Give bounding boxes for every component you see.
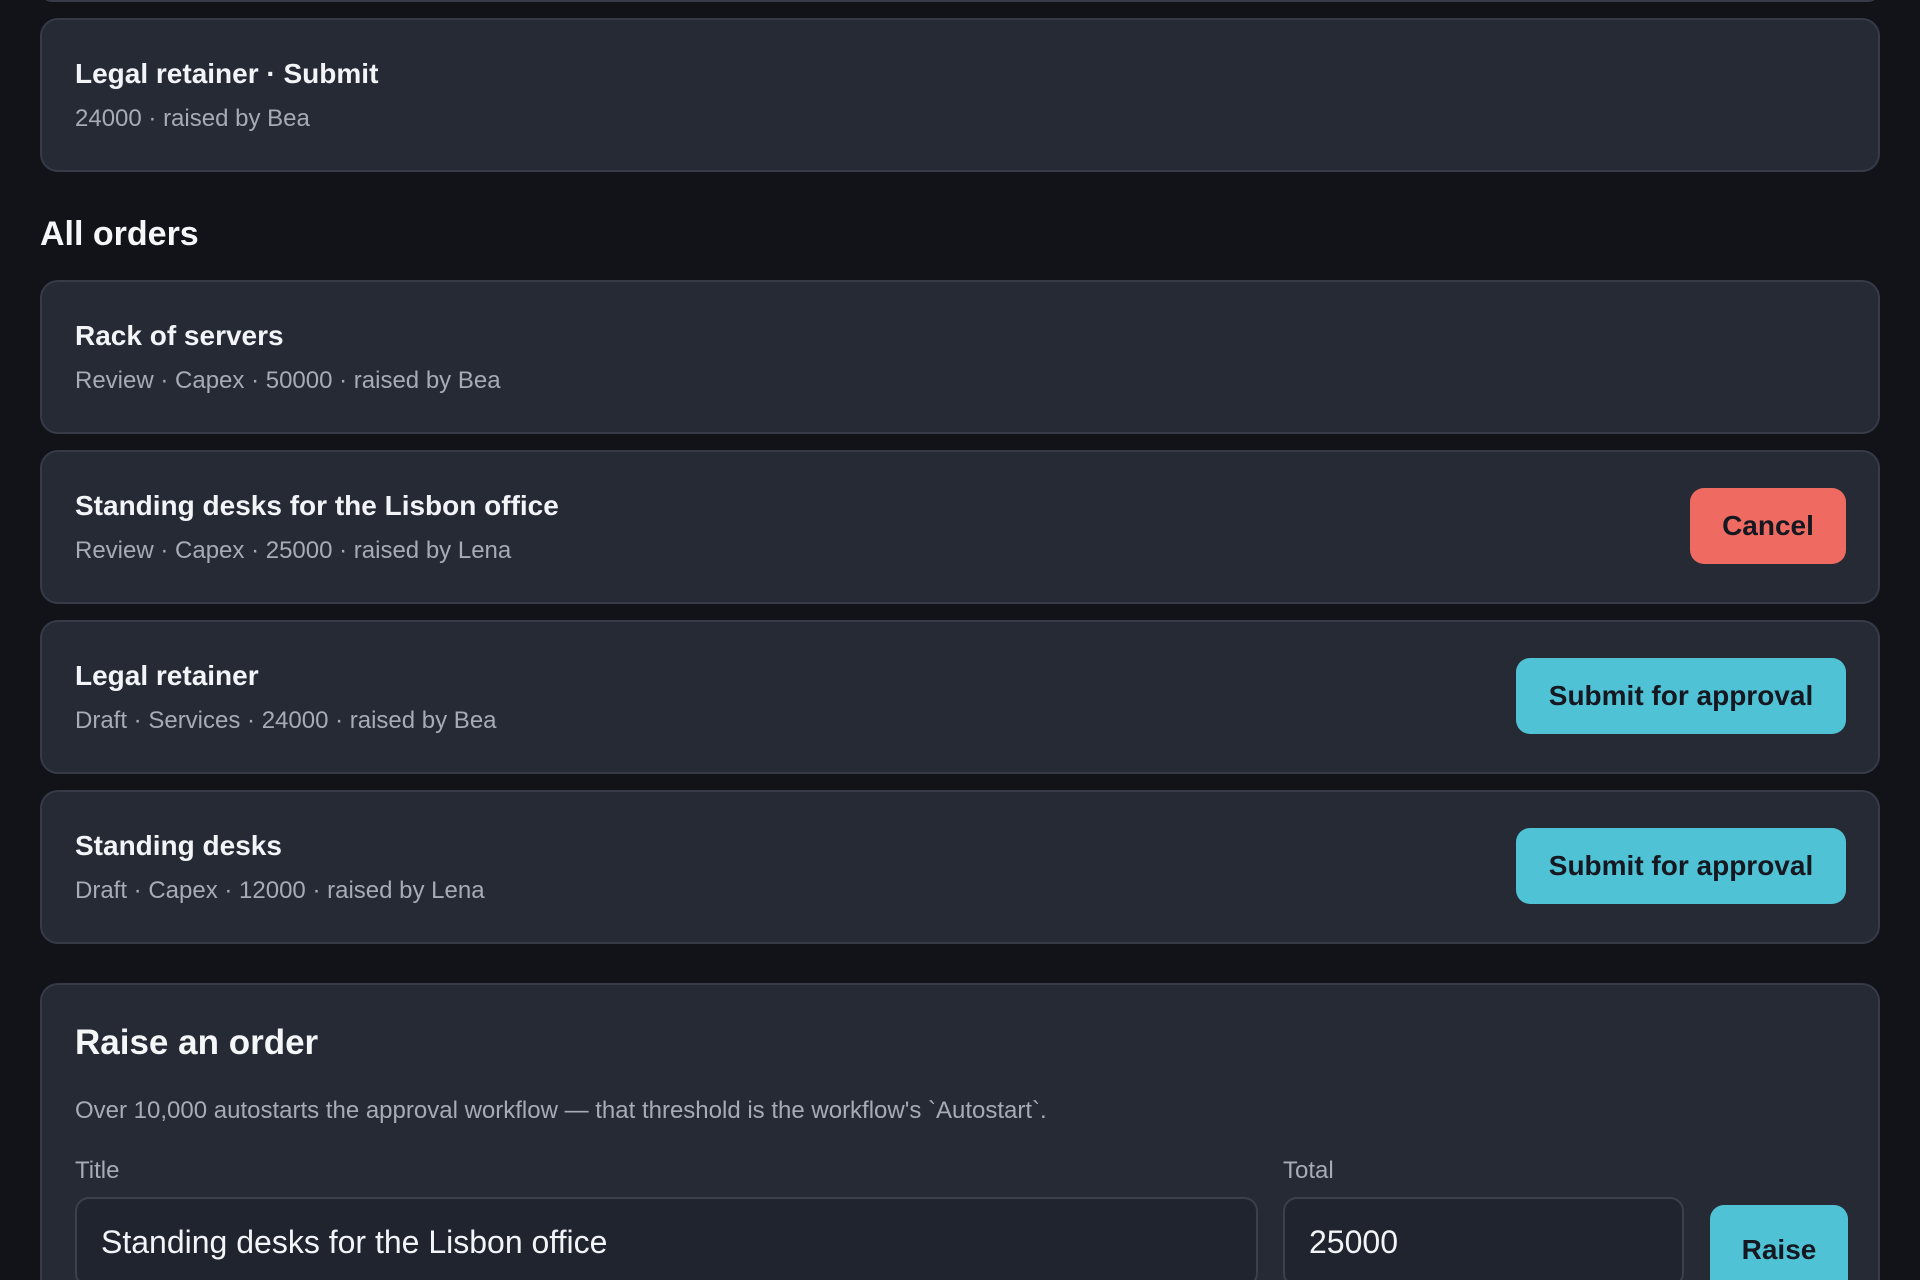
- title-input[interactable]: [75, 1197, 1258, 1280]
- order-meta: Review · Capex · 25000 · raised by Lena: [75, 537, 512, 564]
- page: Legal retainer · Submit 24000 · raised b…: [0, 0, 1920, 1280]
- order-card: Standing desks Draft · Capex · 12000 · r…: [40, 790, 1880, 944]
- order-card: Rack of servers Review · Capex · 50000 ·…: [40, 280, 1880, 434]
- total-field-label: Total: [1283, 1157, 1334, 1184]
- order-meta: Draft · Capex · 12000 · raised by Lena: [75, 877, 485, 904]
- order-title: Standing desks: [75, 830, 282, 861]
- order-meta: Review · Capex · 50000 · raised by Bea: [75, 367, 501, 394]
- cancel-button[interactable]: Cancel: [1690, 488, 1846, 564]
- raise-order-heading: Raise an order: [75, 1023, 319, 1062]
- submit-for-approval-button[interactable]: Submit for approval: [1516, 658, 1846, 734]
- total-input[interactable]: [1283, 1197, 1684, 1280]
- order-title: Standing desks for the Lisbon office: [75, 490, 559, 521]
- previous-card-edge: [40, 0, 1880, 2]
- summary-card-meta: 24000 · raised by Bea: [75, 105, 310, 132]
- summary-card-title: Legal retainer · Submit: [75, 58, 379, 89]
- order-meta: Draft · Services · 24000 · raised by Bea: [75, 707, 497, 734]
- order-card: Standing desks for the Lisbon office Rev…: [40, 450, 1880, 604]
- order-card: Legal retainer Draft · Services · 24000 …: [40, 620, 1880, 774]
- summary-card: Legal retainer · Submit 24000 · raised b…: [40, 18, 1880, 172]
- submit-for-approval-button[interactable]: Submit for approval: [1516, 828, 1846, 904]
- raise-order-form: Raise an order Over 10,000 autostarts th…: [40, 983, 1880, 1280]
- all-orders-heading: All orders: [40, 215, 199, 253]
- order-title: Rack of servers: [75, 320, 284, 351]
- raise-button[interactable]: Raise: [1710, 1205, 1848, 1280]
- raise-order-description: Over 10,000 autostarts the approval work…: [75, 1097, 1047, 1124]
- order-title: Legal retainer: [75, 660, 259, 691]
- title-field-label: Title: [75, 1157, 120, 1184]
